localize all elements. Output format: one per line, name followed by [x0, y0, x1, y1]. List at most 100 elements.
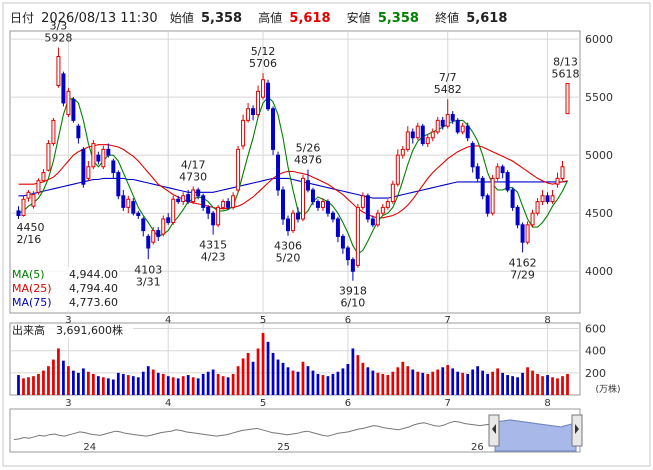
candle-body	[440, 119, 445, 127]
ma-legend-label: MA(25)	[12, 282, 52, 295]
candle-body	[86, 166, 91, 179]
volume-bar	[561, 376, 564, 395]
navigator-handle-right[interactable]	[571, 414, 583, 447]
candle-body	[325, 201, 330, 214]
volume-bar	[131, 376, 135, 395]
candle-body	[540, 195, 545, 203]
volume-bar	[241, 358, 245, 395]
price-tick-label: 6000	[585, 33, 613, 46]
candle-body	[51, 119, 56, 145]
volume-bar	[67, 366, 70, 395]
candle-body	[470, 143, 475, 168]
volume-bar	[146, 366, 150, 395]
candle-body	[156, 230, 161, 237]
candle-body	[505, 172, 510, 191]
candle	[36, 178, 41, 195]
annotation-date: 3/31	[136, 275, 161, 288]
navigator-year-label: 24	[83, 442, 96, 453]
volume-bar	[271, 352, 275, 395]
candle	[266, 79, 271, 112]
candle	[116, 170, 121, 200]
candle-body	[500, 166, 505, 174]
volume-bar	[57, 348, 60, 395]
volume-bar	[106, 378, 110, 395]
candle-body	[246, 108, 251, 121]
volume-bar	[366, 367, 370, 395]
candle	[216, 205, 221, 228]
volume-bar	[346, 363, 350, 395]
volume-bar	[42, 370, 45, 395]
candle-body	[375, 212, 380, 226]
volume-bar	[231, 373, 235, 395]
candle-body	[450, 114, 455, 121]
candle-body	[46, 143, 51, 171]
candle	[236, 145, 241, 193]
candle-body	[410, 131, 415, 139]
volume-bar	[401, 361, 405, 395]
volume-bar	[356, 355, 360, 395]
month-tick-label: 6	[345, 398, 351, 409]
volume-bar	[101, 377, 105, 395]
ma-legend-label: MA(75)	[12, 296, 52, 309]
volume-bar	[526, 367, 529, 395]
month-tick-label: 5	[260, 315, 266, 326]
volume-bar	[251, 361, 255, 395]
volume-bar	[111, 379, 115, 395]
candle-body	[365, 195, 370, 220]
candle	[21, 195, 26, 217]
candle-body	[335, 218, 340, 237]
volume-bar	[416, 371, 420, 395]
volume-bar	[331, 373, 335, 395]
volume-bar	[316, 373, 320, 395]
volume-bar	[376, 372, 380, 395]
candle-body	[480, 177, 485, 197]
volume-bar	[221, 376, 225, 395]
candle-body	[460, 125, 465, 133]
annotation-high: 5/264876	[294, 142, 322, 167]
candle-body	[111, 160, 116, 174]
annotation-high: 3/35928	[44, 19, 72, 44]
volume-bar	[266, 341, 270, 395]
volume-bar	[27, 377, 30, 395]
candle	[565, 82, 570, 115]
candle-body	[355, 206, 360, 266]
candle-body	[166, 217, 171, 223]
candle-body	[535, 201, 540, 214]
volume-bar	[506, 375, 509, 395]
navigator-year-label: 26	[471, 442, 484, 453]
candle-body	[305, 180, 310, 191]
candle	[161, 215, 166, 237]
candle	[365, 193, 370, 223]
candle	[510, 187, 515, 211]
candle-body	[236, 148, 241, 191]
volume-bar	[281, 362, 285, 395]
volume-bar	[86, 371, 90, 395]
candle-body	[81, 148, 86, 185]
candle-body	[16, 210, 21, 217]
candle	[480, 176, 485, 200]
volume-unit: (万株)	[595, 383, 620, 395]
candle-body	[201, 195, 206, 208]
candle	[525, 221, 530, 245]
candle-body	[126, 198, 131, 208]
candle	[66, 87, 71, 117]
candle	[81, 147, 86, 188]
volume-bar	[566, 373, 569, 395]
candle-body	[520, 224, 525, 243]
candle-body	[395, 154, 400, 185]
annotation-date: 7/29	[510, 268, 535, 281]
volume-bar	[301, 361, 305, 395]
candle-body	[66, 90, 71, 116]
price-tick-label: 5000	[585, 149, 613, 162]
volume-bar	[531, 370, 534, 395]
candle-body	[101, 148, 106, 168]
navigator-handle-left[interactable]	[488, 414, 500, 447]
volume-bar	[441, 367, 445, 395]
candle-body	[340, 235, 345, 249]
annotation-high: 8/135618	[552, 55, 580, 80]
candle-body	[61, 73, 66, 104]
volume-bar	[17, 375, 20, 395]
candle-body	[271, 108, 276, 150]
candle-body	[241, 119, 246, 147]
candle-body	[380, 206, 385, 214]
